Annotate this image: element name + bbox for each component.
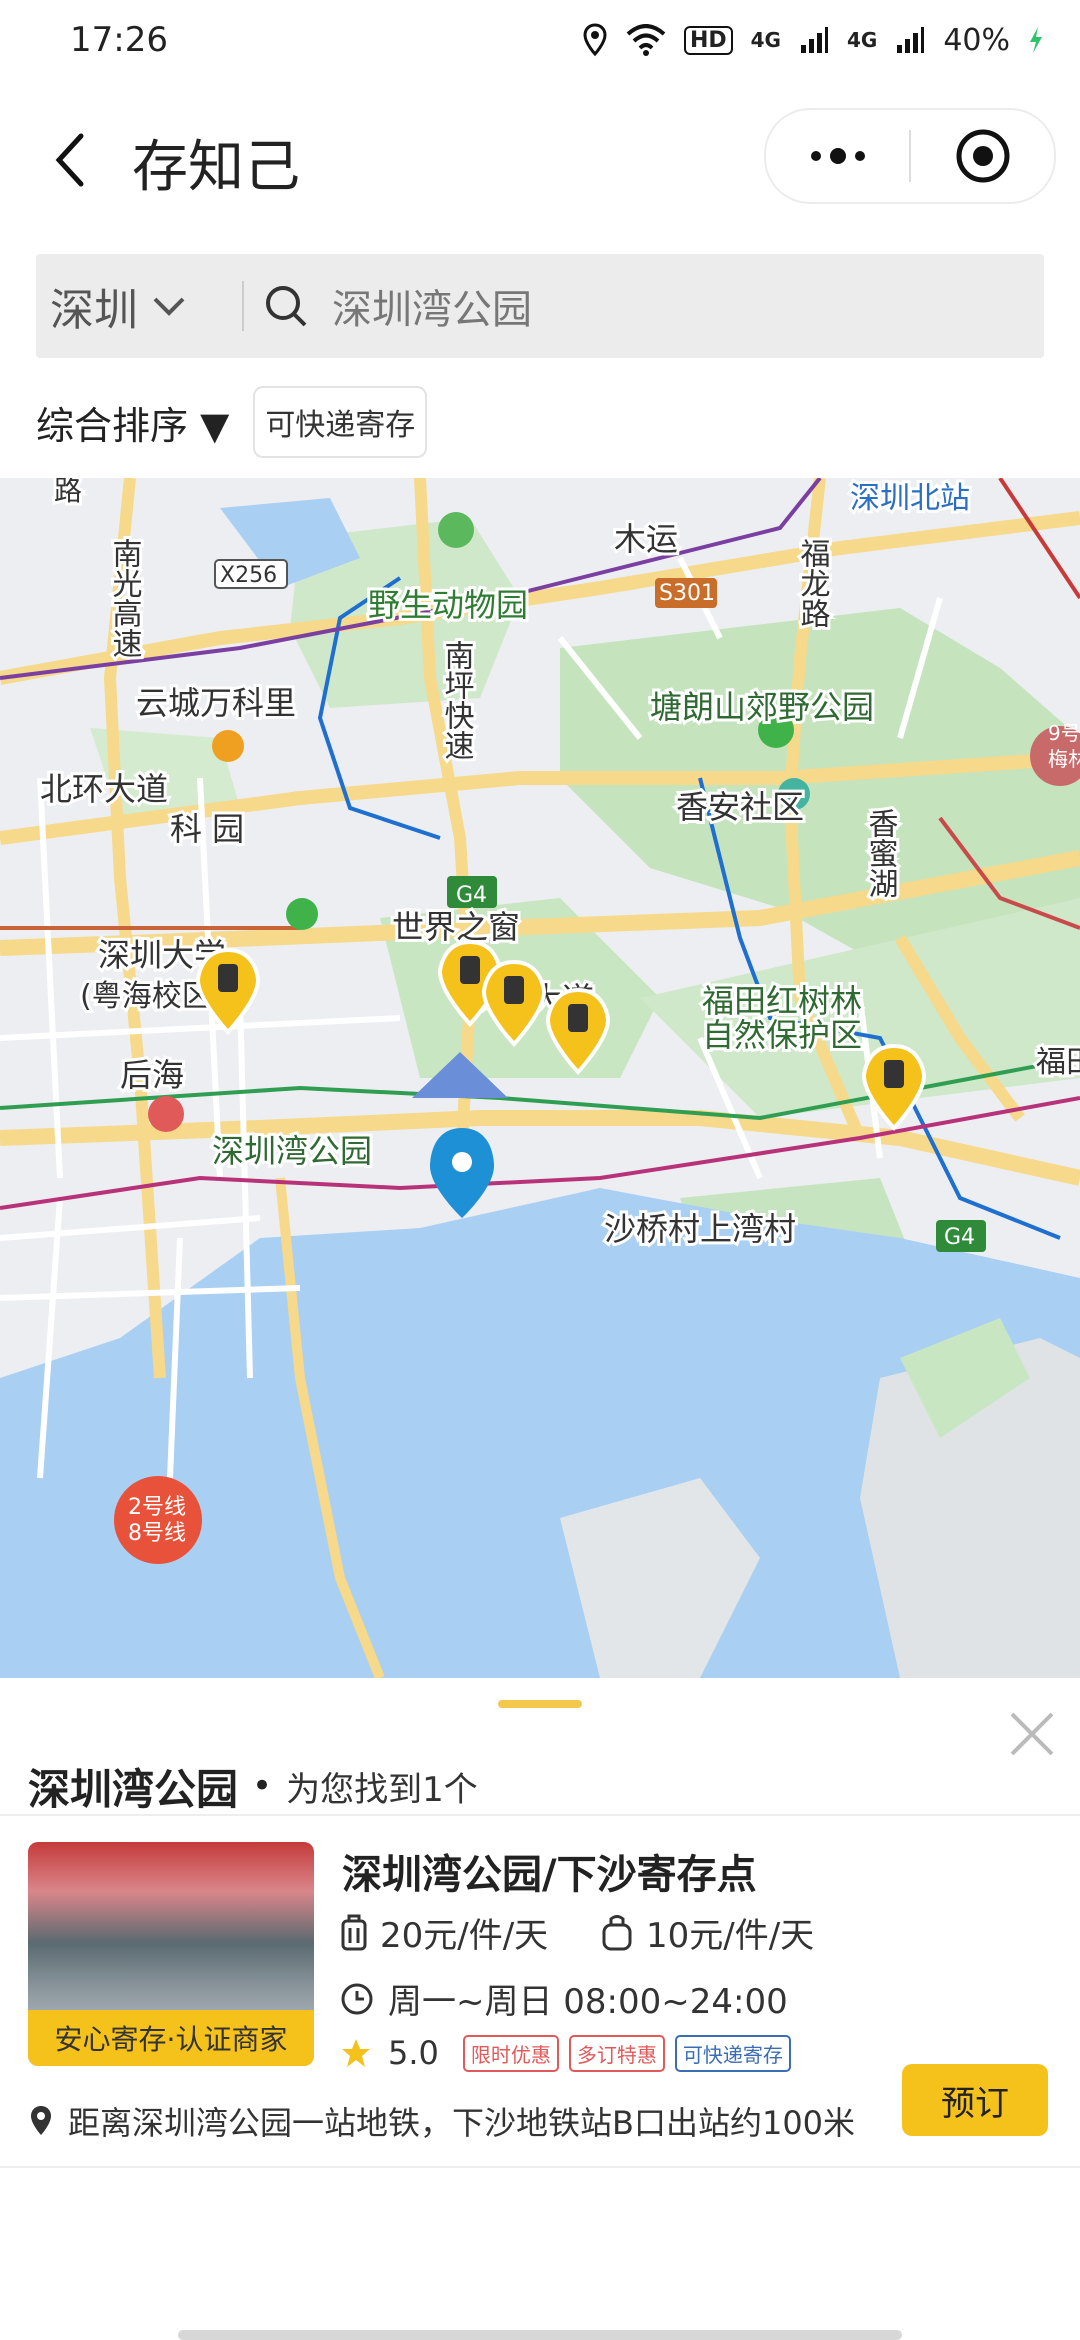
price-2: 10元/件/天 xyxy=(646,1916,815,1956)
bag-icon xyxy=(602,1914,632,1950)
map-label-north-station: 深圳北站 xyxy=(850,481,970,516)
sheet-title: 深圳湾公园 xyxy=(28,1764,239,1814)
signal-icon-2 xyxy=(897,27,925,53)
opening-hours: 周一~周日 08:00~24:00 xyxy=(340,1974,788,2023)
location-icon xyxy=(583,23,607,57)
map-view[interactable]: 深圳北站 南光高速 X256 野生动物园 木运 福龙路 S301 南坪快速 塘朗… xyxy=(0,478,1080,1678)
map-label-futian-edge: 福田 xyxy=(1036,1045,1080,1080)
status-time: 17:26 xyxy=(70,20,168,60)
map-label-g4a: G4 xyxy=(456,883,487,908)
map-label-xiangmi: 香蜜湖 xyxy=(863,808,898,898)
search-bar: 深圳 深圳湾公园 xyxy=(36,254,1044,358)
map-label-mangrove1: 福田红树林 xyxy=(702,982,862,1020)
address-text: 距离深圳湾公园一站地铁，下沙地铁站B口出站约100米 xyxy=(68,2104,856,2142)
more-button[interactable] xyxy=(766,110,909,202)
divider-2 xyxy=(0,2166,1080,2168)
tag-multi-order: 多订特惠 xyxy=(568,2034,665,2072)
price-bag: 10元/件/天 xyxy=(600,1908,860,1957)
rating-value: 5.0 xyxy=(388,2034,439,2072)
more-dots-icon xyxy=(810,148,865,164)
chevron-down-icon xyxy=(153,297,185,316)
search-query: 深圳湾公园 xyxy=(332,287,532,333)
map-label-x256: X256 xyxy=(220,563,277,588)
map-label-beihuan: 北环大道 xyxy=(40,770,168,808)
store-name: 深圳湾公园/下沙寄存点 xyxy=(342,1852,757,1898)
close-mini-program-button[interactable] xyxy=(911,110,1054,202)
price-luggage: 20元/件/天 xyxy=(340,1908,600,1957)
search-input[interactable]: 深圳湾公园 xyxy=(264,277,532,335)
store-address: 距离深圳湾公园一站地铁，下沙地铁站B口出站约100米 xyxy=(28,2098,855,2144)
map-label-nanping: 南坪快速 xyxy=(439,640,475,760)
map-label-tanglang: 塘朗山郊野公园 xyxy=(650,688,874,726)
target-close-icon xyxy=(956,129,1009,183)
map-label-g4b: G4 xyxy=(944,1225,975,1250)
city-selector[interactable]: 深圳 xyxy=(36,274,230,338)
sheet-dot: • xyxy=(252,1766,273,1806)
map-label-nanguang: 南光高速 xyxy=(107,538,142,658)
page-title: 存知己 xyxy=(132,135,300,200)
hd-badge: HD xyxy=(683,25,733,55)
back-button[interactable] xyxy=(40,120,100,200)
clock-icon xyxy=(341,1983,373,2014)
sheet-drag-handle[interactable] xyxy=(498,1700,582,1708)
wifi-icon xyxy=(626,24,666,56)
map-label-houhai: 后海 xyxy=(120,1056,184,1094)
signal-4g-1: 4G xyxy=(750,28,781,52)
map-label-lu: 路 xyxy=(54,478,82,507)
book-button[interactable]: 预订 xyxy=(902,2064,1048,2136)
signal-icon xyxy=(800,27,828,53)
app-header: 存知己 xyxy=(0,100,1080,220)
search-divider xyxy=(242,281,244,331)
map-label-mangrove2: 自然保护区 xyxy=(702,1016,862,1054)
express-storage-filter-chip[interactable]: 可快递寄存 xyxy=(253,386,428,458)
charging-icon xyxy=(1030,27,1042,53)
rating-row: 5.0 限时优惠 多订特惠 可快递寄存 xyxy=(340,2034,791,2072)
map-label-s301: S301 xyxy=(659,581,715,606)
price-row: 20元/件/天 10元/件/天 xyxy=(340,1908,860,1957)
tag-express: 可快递寄存 xyxy=(674,2034,791,2072)
map-label-yuncheng: 云城万科里 xyxy=(136,684,296,722)
store-card[interactable]: 安心寄存·认证商家 深圳湾公园/下沙寄存点 20元/件/天 10元/件/天 周一… xyxy=(0,1816,1080,2168)
star-icon xyxy=(342,2039,370,2067)
city-label: 深圳 xyxy=(50,285,138,336)
map-label-line-badge1: 2号线 xyxy=(128,1495,186,1520)
luggage-icon xyxy=(341,1914,367,1950)
map-label-keyuan: 科 园 xyxy=(170,810,244,848)
certified-badge: 安心寄存·认证商家 xyxy=(28,2010,314,2066)
map-label-line9-2: 梅林 xyxy=(1048,747,1080,771)
map-label-shaqiao: 沙桥村上湾村 xyxy=(604,1210,796,1248)
map-label-fulong: 福龙路 xyxy=(795,538,831,628)
sort-dropdown[interactable]: 综合排序 ▼ xyxy=(36,395,229,450)
battery-text: 40% xyxy=(943,22,1010,58)
tag-limited-offer: 限时优惠 xyxy=(462,2034,559,2072)
store-thumbnail: 安心寄存·认证商家 xyxy=(28,1842,314,2066)
price-1: 20元/件/天 xyxy=(380,1916,549,1956)
hours-text: 周一~周日 08:00~24:00 xyxy=(388,1982,788,2022)
map-label-line-badge2: 8号线 xyxy=(128,1521,186,1546)
map-label-muyun: 木运 xyxy=(614,520,678,558)
map-label-window: 世界之窗 xyxy=(392,908,520,946)
mini-program-capsule xyxy=(764,108,1056,204)
status-bar: 17:26 HD 4G 4G 40% xyxy=(0,0,1080,80)
gesture-bar xyxy=(178,2330,902,2340)
filter-bar: 综合排序 ▼ 可快递寄存 xyxy=(36,386,428,458)
back-arrow-icon xyxy=(55,133,84,187)
map-label-xiangan: 香安社区 xyxy=(676,788,804,826)
map-canvas[interactable]: 深圳北站 南光高速 X256 野生动物园 木运 福龙路 S301 南坪快速 塘朗… xyxy=(0,478,1080,1678)
location-pin-icon xyxy=(31,2106,51,2135)
results-sheet: 深圳湾公园 • 为您找到1个 安心寄存·认证商家 深圳湾公园/下沙寄存点 20元… xyxy=(0,1678,1080,2340)
close-icon[interactable] xyxy=(1002,1704,1062,1764)
map-label-zoo: 野生动物园 xyxy=(368,586,528,624)
map-label-bay-park: 深圳湾公园 xyxy=(212,1132,372,1170)
map-label-line9-1: 9号 xyxy=(1048,721,1080,745)
search-icon xyxy=(266,286,307,327)
result-count: 为您找到1个 xyxy=(286,1769,478,1810)
signal-4g-2: 4G xyxy=(846,28,878,52)
